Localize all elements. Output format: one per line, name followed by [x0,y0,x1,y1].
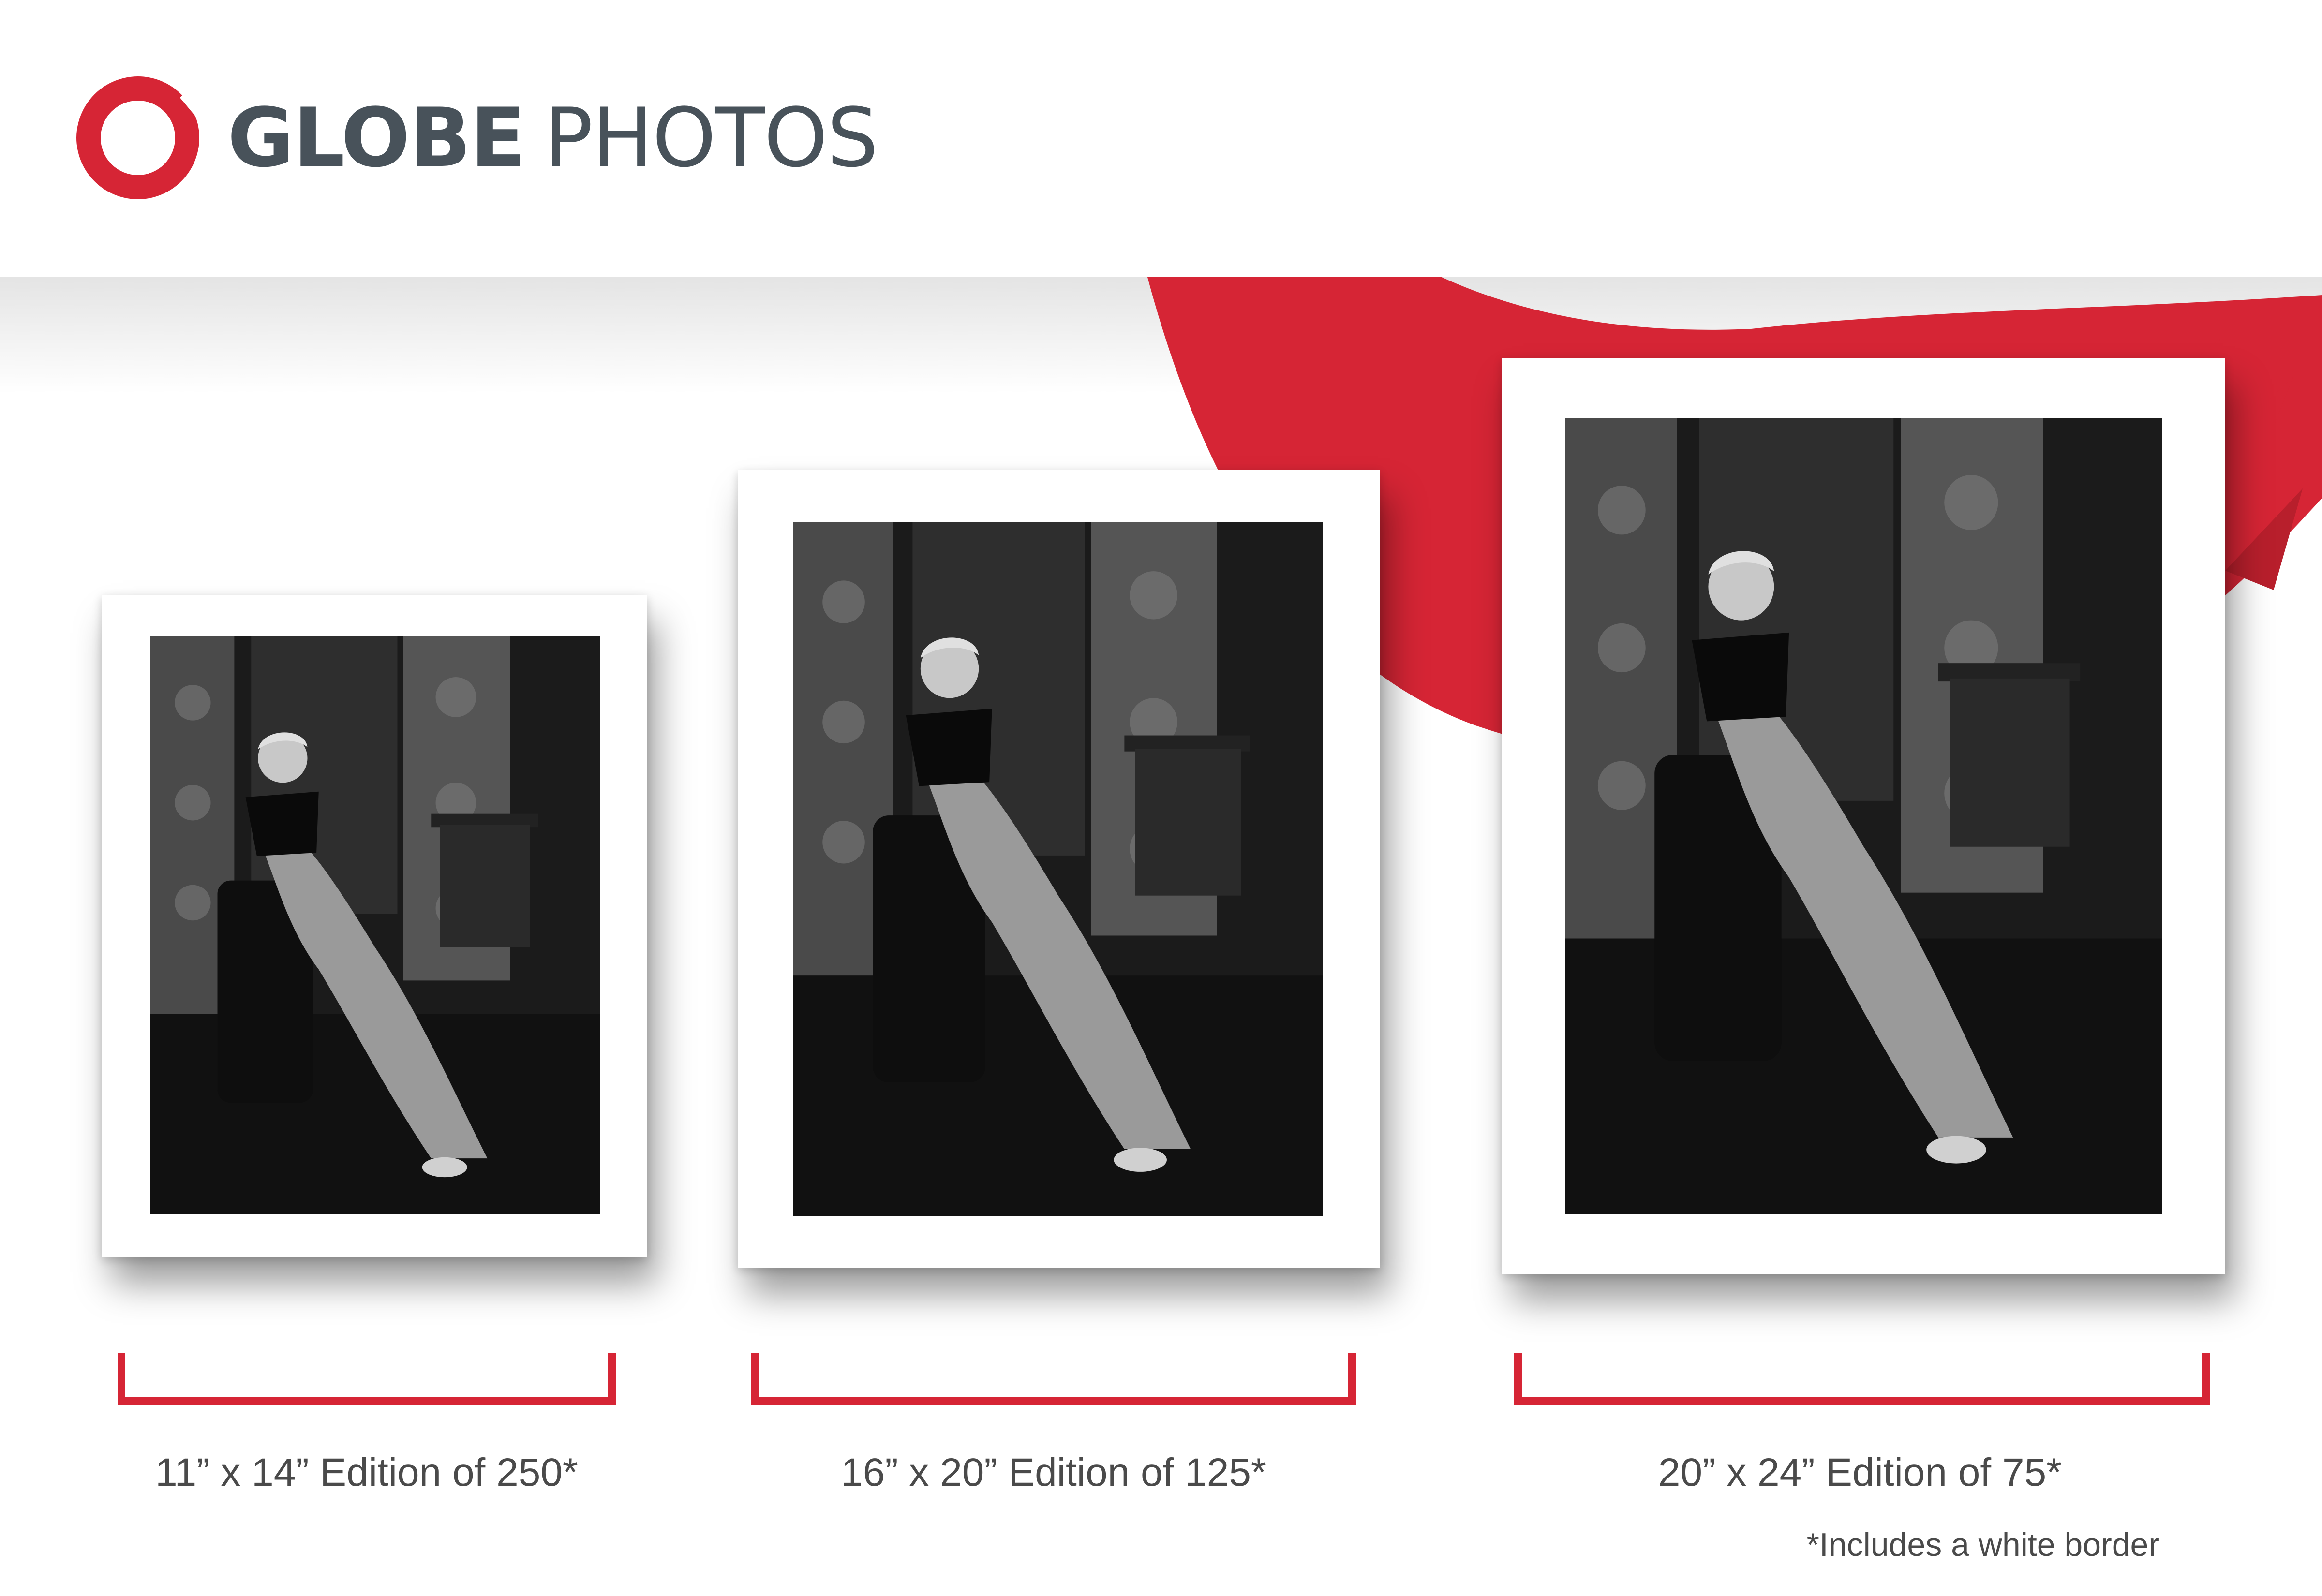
size-bracket-medium [751,1353,1356,1405]
brand-wordmark: GLOBE PHOTOS [227,89,878,186]
print-large-20x24 [1502,358,2225,1274]
edition-caption-small: 11” x 14” Edition of 250* [155,1450,578,1494]
bw-portrait-photo [1565,418,2162,1214]
brand-name-bold: GLOBE [227,90,526,185]
print-medium-16x20 [738,470,1380,1268]
edition-caption-medium: 16” x 20” Edition of 125* [841,1450,1266,1494]
edition-caption-large: 20” x 24” Edition of 75* [1658,1450,2062,1494]
globe-logo-icon [73,73,203,203]
brand-name-light: PHOTOS [544,90,878,185]
print-small-11x14 [102,595,647,1257]
size-bracket-large [1514,1353,2210,1405]
bw-portrait-photo [793,522,1323,1216]
bw-portrait-photo [150,636,600,1214]
size-bracket-small [118,1353,616,1405]
header: GLOBE PHOTOS [0,0,2322,277]
border-footnote: *Includes a white border [1806,1526,2159,1563]
